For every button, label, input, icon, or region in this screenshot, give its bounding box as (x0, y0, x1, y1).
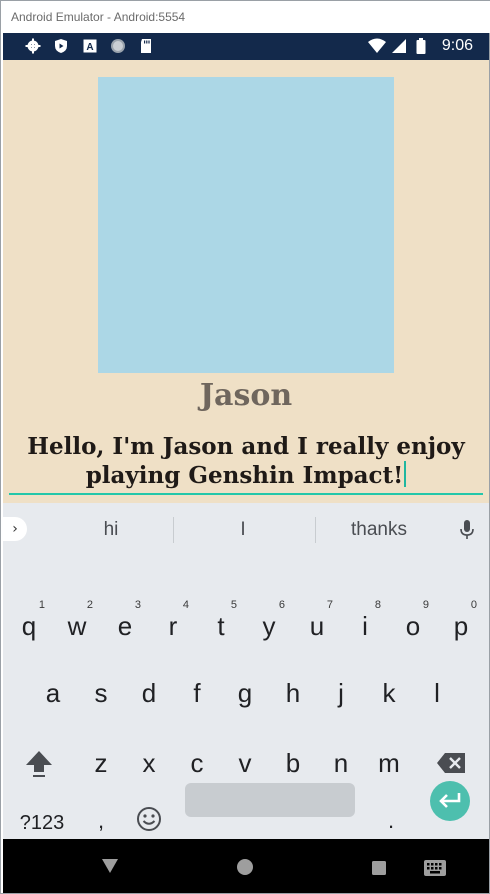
key-c[interactable]: c (175, 736, 219, 790)
avatar (98, 77, 394, 373)
key-q[interactable]: q1 (7, 599, 51, 653)
profile-name: Jason (199, 378, 293, 413)
signal-icon (392, 39, 406, 53)
bio-field-underline (9, 493, 483, 495)
suggestion-divider (315, 517, 316, 543)
keyboard-icon[interactable] (423, 859, 447, 877)
svg-text:A: A (86, 42, 93, 53)
backspace-icon (437, 753, 465, 773)
play-protect-icon (55, 39, 67, 53)
key-k[interactable]: k (367, 666, 411, 720)
key-h[interactable]: h (271, 666, 315, 720)
bio-text: Hello, I'm Jason and I really enjoy play… (27, 433, 465, 489)
key-n[interactable]: n (319, 736, 363, 790)
key-d[interactable]: d (127, 666, 171, 720)
shift-icon (26, 751, 52, 777)
emoji-key[interactable] (127, 797, 171, 841)
key-p[interactable]: p0 (439, 599, 483, 653)
key-j[interactable]: j (319, 666, 363, 720)
key-z[interactable]: z (79, 736, 123, 790)
enter-icon (439, 793, 461, 808)
a-box-icon: A (83, 39, 97, 53)
key-b[interactable]: b (271, 736, 315, 790)
microphone-icon[interactable] (459, 519, 475, 541)
suggestion-3[interactable]: thanks (319, 519, 439, 541)
key-e[interactable]: e3 (103, 599, 147, 653)
key-period[interactable]: . (369, 799, 413, 843)
expand-toolbar-button[interactable]: › (3, 517, 27, 541)
status-bar: A 9:06 (3, 33, 489, 60)
key-w[interactable]: w2 (55, 599, 99, 653)
status-time: 9:06 (441, 37, 473, 54)
back-icon[interactable] (101, 858, 119, 874)
suggestion-divider (173, 517, 174, 543)
settings-icon (25, 38, 41, 54)
bio-text-field[interactable]: Hello, I'm Jason and I really enjoy play… (23, 432, 469, 490)
key-y[interactable]: y6 (247, 599, 291, 653)
battery-icon (416, 38, 426, 54)
profile-screen: Jason Hello, I'm Jason and I really enjo… (3, 60, 489, 500)
device-screen: A 9:06 Jason Hello, I'm Jason and I real… (3, 33, 489, 893)
suggestion-2[interactable]: I (183, 519, 303, 541)
key-t[interactable]: t5 (199, 599, 243, 653)
key-a[interactable]: a (31, 666, 75, 720)
key-x[interactable]: x (127, 736, 171, 790)
wifi-icon (368, 38, 386, 53)
home-icon[interactable] (236, 858, 254, 876)
key-u[interactable]: u7 (295, 599, 339, 653)
text-cursor (404, 461, 407, 487)
shift-key[interactable] (17, 736, 61, 790)
soft-keyboard: › hi I thanks q1 w2 e3 r4 t5 y6 u7 i8 o … (3, 503, 489, 839)
emoji-icon (137, 807, 161, 831)
key-l[interactable]: l (415, 666, 459, 720)
key-f[interactable]: f (175, 666, 219, 720)
suggestion-1[interactable]: hi (51, 519, 171, 541)
circle-icon (111, 39, 125, 53)
key-m[interactable]: m (367, 736, 411, 790)
key-v[interactable]: v (223, 736, 267, 790)
space-bar[interactable] (185, 783, 355, 817)
recents-icon[interactable] (371, 860, 387, 876)
navigation-bar (3, 839, 489, 893)
key-comma[interactable]: , (79, 799, 123, 843)
key-g[interactable]: g (223, 666, 267, 720)
suggestion-strip: › hi I thanks (3, 503, 489, 555)
window-title: Android Emulator - Android:5554 (1, 1, 490, 33)
chevron-right-icon: › (12, 521, 18, 537)
sd-card-icon (141, 39, 151, 53)
symbols-key[interactable]: ?123 (13, 803, 71, 843)
key-s[interactable]: s (79, 666, 123, 720)
emulator-window: Android Emulator - Android:5554 A 9:06 J… (0, 0, 490, 894)
key-r[interactable]: r4 (151, 599, 195, 653)
enter-key[interactable] (430, 781, 470, 821)
key-o[interactable]: o9 (391, 599, 435, 653)
key-i[interactable]: i8 (343, 599, 387, 653)
